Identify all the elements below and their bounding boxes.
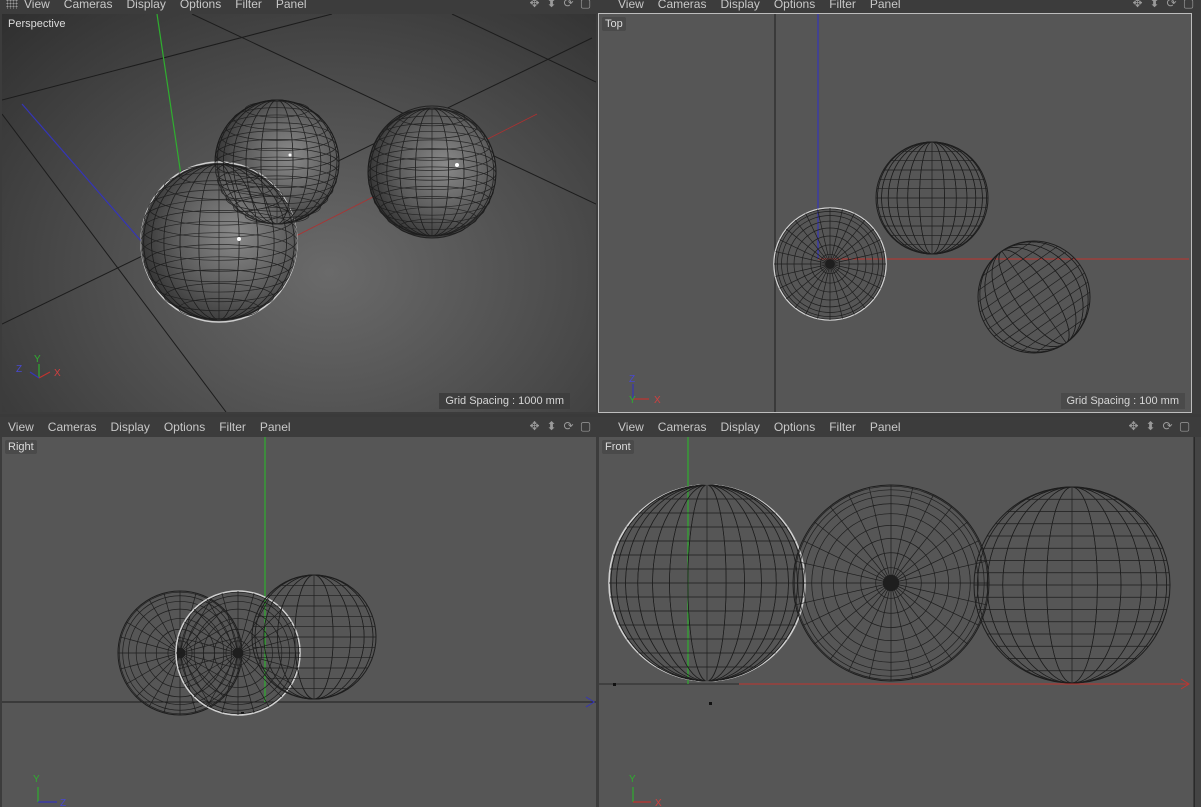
menu-cameras[interactable]: Cameras xyxy=(48,420,97,434)
rotate-view-icon[interactable]: ⟳ xyxy=(1161,419,1174,433)
viewport-top[interactable]: Z Y X Top Grid Spacing : 100 mm xyxy=(598,13,1192,413)
move-view-icon[interactable]: ✥ xyxy=(1131,0,1144,10)
axis-gizmo: Y Z xyxy=(33,774,66,807)
menu-display[interactable]: Display xyxy=(720,420,759,434)
side-scrollbar[interactable] xyxy=(1194,437,1201,807)
menu-options[interactable]: Options xyxy=(164,420,205,434)
menu-panel[interactable]: Panel xyxy=(870,0,901,11)
viewport-pane-perspective: View Cameras Display Options Filter Pane… xyxy=(0,0,598,414)
viewport-pane-top: View Cameras Display Options Filter Pane… xyxy=(598,0,1201,414)
move-view-icon[interactable]: ✥ xyxy=(528,0,541,10)
maximize-view-icon[interactable]: ▢ xyxy=(579,0,592,10)
menu-filter[interactable]: Filter xyxy=(235,0,262,11)
sphere-front-c[interactable] xyxy=(973,486,1171,684)
menu-display[interactable]: Display xyxy=(110,420,149,434)
z-axis-line xyxy=(21,103,143,243)
dolly-view-icon[interactable]: ⬍ xyxy=(545,0,558,10)
grid-spacing-label: Grid Spacing : 1000 mm xyxy=(439,393,570,409)
rotate-view-icon[interactable]: ⟳ xyxy=(562,0,575,10)
viewport-menubar: View Cameras Display Options Filter Pane… xyxy=(0,0,598,14)
maximize-view-icon[interactable]: ▢ xyxy=(1182,0,1195,10)
gizmo-label-z: Z xyxy=(16,364,22,375)
viewport-pane-front: View Cameras Display Options Filter Pane… xyxy=(598,417,1201,807)
sphere-side-top[interactable] xyxy=(875,141,989,255)
viewport-menubar: View Cameras Display Options Filter Pane… xyxy=(598,417,1201,437)
rotate-view-icon[interactable]: ⟳ xyxy=(1165,0,1178,10)
sphere-tilted-top[interactable] xyxy=(956,219,1112,375)
menu-view[interactable]: View xyxy=(618,0,644,11)
menu-view[interactable]: View xyxy=(24,0,50,11)
gizmo-label-y: Y xyxy=(629,774,636,785)
sphere-right-c[interactable] xyxy=(251,574,377,700)
menu-cameras[interactable]: Cameras xyxy=(658,420,707,434)
maximize-view-icon[interactable]: ▢ xyxy=(1178,419,1191,433)
viewport-menubar: View Cameras Display Options Filter Pane… xyxy=(598,0,1201,14)
axis-gizmo: Z Y X xyxy=(629,374,661,406)
menu-filter[interactable]: Filter xyxy=(829,420,856,434)
gizmo-label-x: X xyxy=(655,798,662,807)
menu-display[interactable]: Display xyxy=(720,0,759,11)
menu-options[interactable]: Options xyxy=(774,420,815,434)
viewport-label: Top xyxy=(602,17,626,31)
move-view-icon[interactable]: ✥ xyxy=(528,419,541,433)
viewport-front[interactable]: Y X Front xyxy=(599,437,1193,807)
right-scene: Y Z xyxy=(2,437,596,807)
sphere-pole-top-selected[interactable] xyxy=(773,207,887,321)
viewport-perspective[interactable]: Y Z X Perspective Grid Spacing : 1000 mm xyxy=(2,14,596,412)
menu-options[interactable]: Options xyxy=(774,0,815,11)
sphere-front-b[interactable] xyxy=(792,484,990,682)
menu-view[interactable]: View xyxy=(618,420,644,434)
gizmo-label-y: Y xyxy=(33,774,40,785)
move-view-icon[interactable]: ✥ xyxy=(1127,419,1140,433)
menu-panel[interactable]: Panel xyxy=(260,420,291,434)
viewport-label: Right xyxy=(5,440,37,454)
gizmo-label-y: Y xyxy=(34,354,41,365)
sphere-front-a-selected[interactable] xyxy=(608,484,806,682)
perspective-scene: Y Z X xyxy=(2,14,596,412)
viewport-pane-right: View Cameras Display Options Filter Pane… xyxy=(0,417,598,807)
viewport-right[interactable]: Y Z Right xyxy=(2,437,596,807)
gizmo-label-x: X xyxy=(654,395,661,406)
menu-panel[interactable]: Panel xyxy=(276,0,307,11)
menu-options[interactable]: Options xyxy=(180,0,221,11)
dolly-view-icon[interactable]: ⬍ xyxy=(1148,0,1161,10)
gizmo-label-y: Y xyxy=(629,395,636,406)
gizmo-label-x: X xyxy=(54,368,61,379)
y-axis-line xyxy=(156,14,183,183)
menu-filter[interactable]: Filter xyxy=(829,0,856,11)
viewport-menubar: View Cameras Display Options Filter Pane… xyxy=(0,417,598,437)
grid-spacing-label: Grid Spacing : 100 mm xyxy=(1060,393,1185,409)
gizmo-label-z: Z xyxy=(60,798,66,807)
panel-grip-icon[interactable] xyxy=(6,0,18,9)
maximize-view-icon[interactable]: ▢ xyxy=(579,419,592,433)
menu-filter[interactable]: Filter xyxy=(219,420,246,434)
menu-display[interactable]: Display xyxy=(126,0,165,11)
menu-panel[interactable]: Panel xyxy=(870,420,901,434)
dolly-view-icon[interactable]: ⬍ xyxy=(545,419,558,433)
axis-gizmo: Y Z X xyxy=(16,354,61,379)
viewport-label: Front xyxy=(602,440,634,454)
top-scene: Z Y X xyxy=(629,14,1189,412)
rotate-view-icon[interactable]: ⟳ xyxy=(562,419,575,433)
menu-cameras[interactable]: Cameras xyxy=(64,0,113,11)
menu-cameras[interactable]: Cameras xyxy=(658,0,707,11)
front-scene: Y X xyxy=(599,437,1190,807)
viewport-label: Perspective xyxy=(8,18,66,30)
gizmo-label-z: Z xyxy=(629,374,635,385)
axis-gizmo: Y X xyxy=(629,774,662,807)
menu-view[interactable]: View xyxy=(8,420,34,434)
dolly-view-icon[interactable]: ⬍ xyxy=(1144,419,1157,433)
